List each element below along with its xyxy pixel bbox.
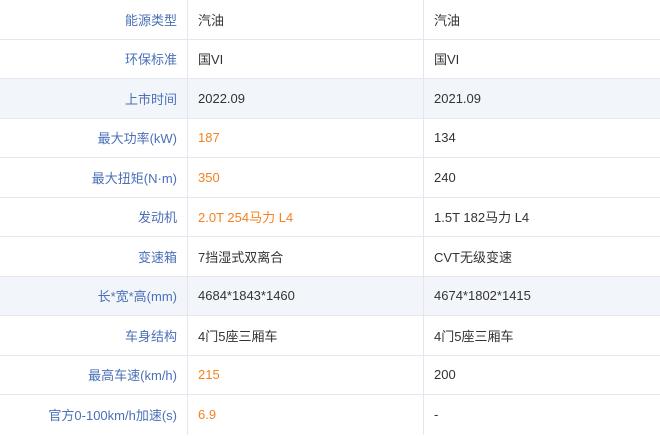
- spec-value-car-b: 134: [434, 130, 456, 146]
- spec-label: 能源类型: [0, 0, 188, 39]
- spec-value-car-b: 汽油: [434, 12, 461, 28]
- spec-label: 最大扭矩(N·m): [0, 158, 188, 197]
- spec-row-body-structure: 车身结构 4门5座三厢车 4门5座三厢车: [0, 316, 660, 356]
- spec-value-car-a: 187: [188, 118, 424, 157]
- spec-value-car-a: 350: [188, 158, 424, 197]
- spec-value-car-b: 4门5座三厢车: [434, 328, 514, 344]
- spec-value-car-b: -: [434, 407, 439, 423]
- spec-row-max-power: 最大功率(kW) 187 134: [0, 118, 660, 158]
- spec-value-car-b: 240: [434, 169, 456, 185]
- spec-row-max-torque: 最大扭矩(N·m) 350 240: [0, 158, 660, 198]
- spec-label: 车身结构: [0, 316, 188, 355]
- spec-value-car-b: 1.5T 182马力 L4: [434, 210, 530, 226]
- spec-label: 长*宽*高(mm): [0, 276, 188, 315]
- spec-value-car-a: 215: [188, 355, 424, 394]
- spec-label: 官方0-100km/h加速(s): [0, 395, 188, 435]
- spec-value-car-b: 2021.09: [434, 90, 481, 106]
- spec-row-launch-date: 上市时间 2022.09 2021.09: [0, 79, 660, 119]
- spec-value-car-b: 国VI: [434, 52, 460, 68]
- spec-value-car-b: CVT无级变速: [434, 249, 513, 265]
- spec-row-energy-type: 能源类型 汽油 汽油: [0, 0, 660, 40]
- spec-label: 环保标准: [0, 39, 188, 78]
- spec-value-car-a: 2.0T 254马力 L4: [188, 197, 424, 236]
- spec-value-car-a: 4门5座三厢车: [188, 316, 424, 355]
- spec-row-dimensions: 长*宽*高(mm) 4684*1843*1460 4674*1802*1415: [0, 276, 660, 316]
- spec-row-acceleration: 官方0-100km/h加速(s) 6.9 -: [0, 395, 660, 435]
- spec-label: 变速箱: [0, 237, 188, 276]
- spec-value-car-a: 7挡湿式双离合: [188, 237, 424, 276]
- spec-value-car-a: 6.9: [188, 395, 424, 435]
- spec-label: 上市时间: [0, 79, 188, 118]
- spec-value-car-a: 4684*1843*1460: [188, 276, 424, 315]
- spec-row-transmission: 变速箱 7挡湿式双离合 CVT无级变速: [0, 237, 660, 277]
- spec-row-emission-standard: 环保标准 国VI 国VI: [0, 39, 660, 79]
- spec-value-car-a: 国VI: [188, 39, 424, 78]
- spec-value-car-b: 200: [434, 367, 456, 383]
- spec-label: 最大功率(kW): [0, 118, 188, 157]
- spec-label: 最高车速(km/h): [0, 355, 188, 394]
- spec-comparison-table: 能源类型 汽油 汽油 环保标准 国VI 国VI 上市时间 2022.09 202…: [0, 0, 660, 436]
- spec-value-car-b: 4674*1802*1415: [434, 288, 531, 304]
- spec-row-engine: 发动机 2.0T 254马力 L4 1.5T 182马力 L4: [0, 197, 660, 237]
- spec-value-car-a: 汽油: [188, 0, 424, 39]
- spec-value-car-a: 2022.09: [188, 79, 424, 118]
- spec-row-top-speed: 最高车速(km/h) 215 200: [0, 355, 660, 395]
- spec-label: 发动机: [0, 197, 188, 236]
